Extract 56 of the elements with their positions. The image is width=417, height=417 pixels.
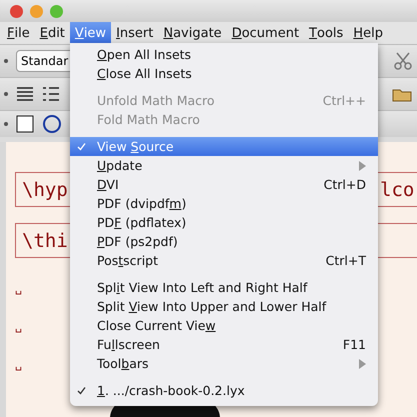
menu-item[interactable]: DVI Ctrl+D [70,175,378,194]
space-mark: ␣ [15,320,23,334]
menu-bar-item[interactable]: Tools [304,22,348,44]
space-mark: ␣ [15,358,23,372]
menu-bar-item[interactable]: Document [226,22,304,44]
menu-item[interactable]: Close Current View [70,316,378,335]
menu-item[interactable]: Toolbars [70,354,378,373]
menu-bar-item[interactable]: Navigate [158,22,227,44]
space-mark: ␣ [15,282,23,296]
shortcut-text: Ctrl+D [324,177,366,192]
menu-item-label: Split View Into Upper and Lower Half [97,299,326,314]
menu-item-label: Update [97,158,142,173]
menu-item-label: Toolbars [97,356,149,371]
menu-item[interactable]: Update [70,156,378,175]
menu-item[interactable]: Postscript Ctrl+T [70,251,378,270]
menu-item-label: PDF (dvipdfm) [97,196,186,211]
shortcut-text: F11 [342,337,366,352]
menu-item[interactable]: Split View Into Left and Right Half [70,278,378,297]
inset-text: \thi [22,230,68,252]
menu-item-label: 1. .../crash-book-0.2.lyx [97,383,245,398]
menu-item-label: PDF (ps2pdf) [97,234,178,249]
inset-text: \hyp [22,178,68,200]
menu-item-label: View Source [97,139,174,154]
menu-item[interactable]: PDF (pdflatex) [70,213,378,232]
align-icon[interactable] [16,86,34,102]
inset-text: lco [380,178,414,200]
toolbar-grip-icon [4,92,8,96]
window-control-button[interactable] [10,4,23,18]
scissors-icon[interactable] [393,51,413,71]
menu-item-label: Split View Into Left and Right Half [97,280,308,295]
shortcut-text: Ctrl++ [322,93,366,108]
menu-item-label: Postscript [97,253,158,268]
toolbar-grip-icon [4,122,8,126]
menu-item[interactable]: PDF (ps2pdf) [70,232,378,251]
menu-item-label: Fullscreen [97,337,160,352]
menu-item[interactable]: Split View Into Upper and Lower Half [70,297,378,316]
menu-item-label: Unfold Math Macro [97,93,215,108]
menu-item-label: Fold Math Macro [97,112,200,127]
toolbar-grip-icon [4,59,8,63]
menu-item-label: Close All Insets [97,66,192,81]
menu-item-label: PDF (pdflatex) [97,215,186,230]
shortcut-text: Ctrl+T [326,253,366,268]
menu-item-label: Open All Insets [97,47,192,62]
menu-item[interactable]: Open All Insets [70,45,378,64]
menu-bar-item[interactable]: Help [348,22,388,44]
menu-bar-item[interactable]: Edit [34,22,70,44]
menu-item[interactable]: 1. .../crash-book-0.2.lyx [70,381,378,400]
menu-bar-item[interactable]: File [2,22,35,44]
menu-item[interactable]: Close All Insets [70,64,378,83]
menu-item-label: Close Current View [97,318,216,333]
menu-bar-item[interactable]: Insert [111,22,158,44]
menu-item[interactable]: View Source [70,137,378,156]
menu-item-label: DVI [97,177,119,192]
menu-item[interactable]: PDF (dvipdfm) [70,194,378,213]
menu-bar-item[interactable]: View [70,22,112,44]
menu-item[interactable]: Fullscreen F11 [70,335,378,354]
